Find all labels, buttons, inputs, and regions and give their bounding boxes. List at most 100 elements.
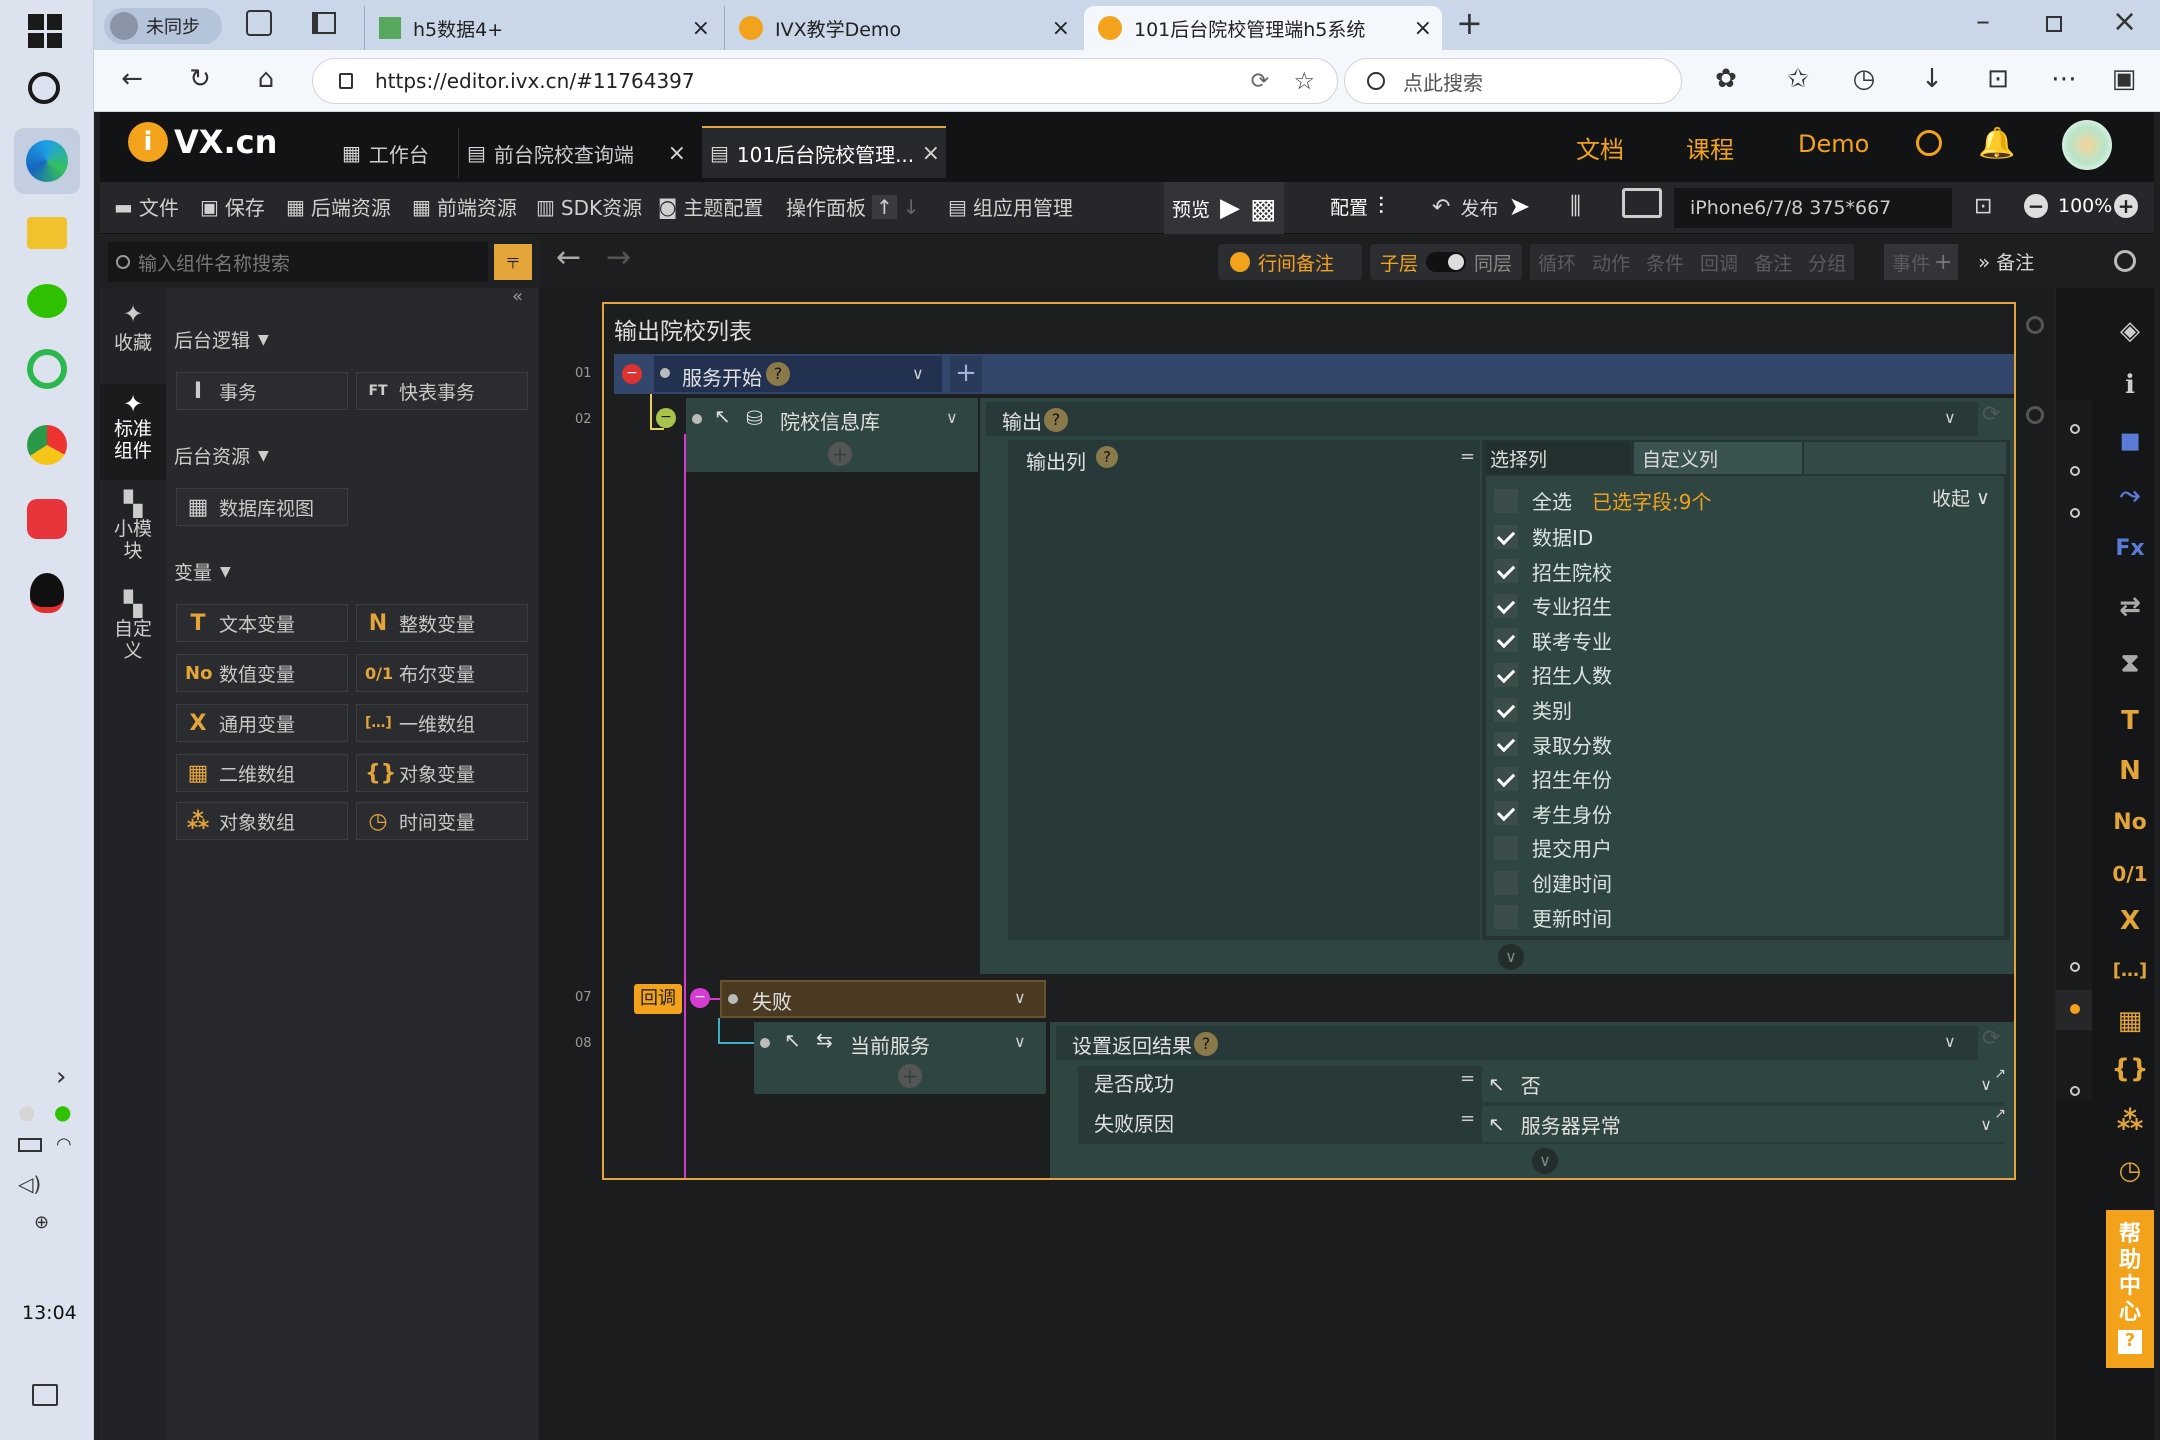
collapse-toggle-icon[interactable]: − — [690, 988, 710, 1008]
comment-icon[interactable]: ◼ — [2110, 426, 2150, 456]
refresh-icon[interactable]: ↻ — [180, 64, 220, 94]
config-group[interactable]: 配置 ⫶ — [1330, 192, 1384, 220]
field-row[interactable]: 考生身份 — [1494, 799, 1612, 828]
ie-browser-icon[interactable] — [14, 336, 80, 402]
field-checkbox[interactable] — [1494, 905, 1518, 930]
close-icon[interactable]: × — [1052, 16, 1070, 41]
expand-more-icon[interactable]: ∨ — [1498, 944, 1524, 970]
callback-button[interactable]: 回调 — [1692, 249, 1746, 276]
component-object-array[interactable]: ⁂ 对象数组 — [176, 802, 348, 840]
tray-qq-icon[interactable]: ● — [18, 1100, 35, 1124]
device-icon[interactable] — [1622, 188, 1662, 218]
home-icon[interactable]: ⌂ — [246, 64, 286, 94]
chrome-app-icon[interactable] — [14, 412, 80, 478]
callback-badge[interactable]: 回调 — [634, 984, 682, 1014]
close-icon[interactable]: × — [1414, 16, 1432, 41]
chevron-down-icon[interactable]: ∨ — [912, 364, 924, 383]
save-button[interactable]: ▣ 保存 — [200, 192, 265, 221]
layers-icon[interactable]: ◈ — [2110, 316, 2150, 346]
component-time-var[interactable]: ◷ 时间变量 — [356, 802, 528, 840]
help-icon[interactable]: ? — [766, 362, 790, 386]
field-row[interactable]: 类别 — [1494, 695, 1572, 724]
window-close-icon[interactable]: × — [2112, 4, 2137, 39]
component-number-var[interactable]: No 数值变量 — [176, 654, 348, 692]
expand-icon[interactable]: ↗ — [1994, 1106, 2006, 1122]
device-select[interactable]: iPhone6/7/8 375*667 — [1674, 188, 1952, 228]
rail-custom[interactable]: ▚ 自定义 — [100, 590, 166, 662]
note-dot[interactable] — [2070, 424, 2080, 434]
group-app-manage[interactable]: ▤ 组应用管理 — [948, 192, 1073, 221]
extensions-icon[interactable]: ✿ — [1706, 64, 1746, 94]
row-note-toggle[interactable]: 行间备注 — [1218, 244, 1362, 280]
field-checkbox[interactable] — [1494, 697, 1518, 722]
refresh-icon[interactable]: ⟳ — [1982, 402, 2000, 427]
field-row[interactable]: 更新时间 — [1494, 903, 1612, 932]
condition-button[interactable]: 条件 — [1638, 249, 1692, 276]
chevron-down-icon[interactable]: ∨ — [1944, 1032, 1956, 1051]
browser-tab-ivx-demo[interactable]: IVX教学Demo × — [724, 6, 1080, 50]
swap-icon[interactable]: ⇄ — [2110, 592, 2150, 622]
help-icon[interactable]: ? — [1096, 446, 1118, 468]
note-marker[interactable] — [2026, 316, 2044, 334]
object-array-icon[interactable]: ⁂ — [2110, 1106, 2150, 1136]
note-marker[interactable] — [2026, 406, 2044, 424]
layout-icon[interactable]: ⫼ — [1570, 192, 1581, 220]
tray-wechat-icon[interactable]: ● — [54, 1100, 71, 1124]
forward-arrow-icon[interactable]: → — [606, 240, 631, 275]
generic-var-icon[interactable]: X — [2110, 906, 2150, 936]
zoom-in-icon[interactable]: + — [2114, 194, 2138, 218]
collapse-panel-icon[interactable]: « — [512, 286, 523, 307]
docs-link[interactable]: 文档 — [1576, 130, 1624, 165]
back-icon[interactable]: ← — [112, 64, 152, 94]
search-icon[interactable] — [28, 72, 60, 104]
note-dot[interactable] — [2070, 466, 2080, 476]
action-button[interactable]: 动作 — [1584, 249, 1638, 276]
clock-icon[interactable]: ◷ — [2110, 1156, 2150, 1186]
operation-panel[interactable]: 操作面板 ↑ ↓ — [786, 192, 920, 221]
search-icon[interactable] — [2114, 250, 2136, 272]
search-icon[interactable] — [1916, 130, 1942, 156]
section-backend-resources[interactable]: 后台资源 ▼ — [174, 442, 269, 469]
translate-icon[interactable]: ⟳ — [1251, 69, 1269, 94]
vertical-tabs-icon[interactable] — [312, 12, 336, 34]
field-checkbox[interactable] — [1494, 524, 1518, 549]
ivx-logo[interactable]: i VX.cn — [128, 122, 277, 162]
text-var-icon[interactable]: T — [2110, 706, 2150, 736]
2d-array-icon[interactable]: ▦ — [2110, 1006, 2150, 1036]
rail-standard[interactable]: ✦ 标准组件 — [100, 384, 166, 480]
component-transaction[interactable]: I 事务 — [176, 372, 348, 410]
zoom-out-icon[interactable]: − — [2024, 194, 2048, 218]
note-dot-active[interactable] — [2070, 1004, 2080, 1014]
close-icon[interactable]: × — [922, 141, 940, 166]
play-icon[interactable]: ▶ — [1220, 193, 1240, 223]
rail-modules[interactable]: ▚ 小模块 — [100, 490, 166, 562]
favorites-icon[interactable]: ✩ — [1778, 64, 1818, 94]
chevron-right-icon[interactable]: › — [56, 1062, 66, 1092]
wifi-icon[interactable]: ◠ — [56, 1134, 72, 1155]
edge-app-icon[interactable] — [14, 128, 80, 194]
component-2d-array[interactable]: ▦ 二维数组 — [176, 754, 348, 792]
field-checkbox[interactable] — [1494, 662, 1518, 687]
filter-button[interactable]: ⫧ — [494, 244, 532, 280]
note-dot[interactable] — [2070, 508, 2080, 518]
screenshot-icon[interactable]: ⊡ — [1974, 194, 1992, 219]
field-checkbox[interactable] — [1494, 628, 1518, 653]
collapse-toggle-icon[interactable]: − — [656, 408, 676, 428]
tab-select-column[interactable]: 选择列 — [1486, 442, 1630, 474]
rail-favorites[interactable]: ✦ 收藏 — [100, 300, 166, 355]
component-search-input[interactable]: 输入组件名称搜索 — [108, 242, 488, 282]
field-checkbox[interactable] — [1494, 801, 1518, 826]
field-row[interactable]: 创建时间 — [1494, 868, 1612, 897]
add-child-icon[interactable]: + — [828, 442, 852, 466]
field-row[interactable]: 录取分数 — [1494, 730, 1612, 759]
group-button[interactable]: 分组 — [1800, 249, 1854, 276]
component-text-var[interactable]: T 文本变量 — [176, 604, 348, 642]
field-checkbox[interactable] — [1494, 835, 1518, 860]
chevron-down-icon[interactable]: ∨ — [1980, 1075, 1992, 1094]
number-var-icon[interactable]: No — [2110, 810, 2150, 835]
minimize-icon[interactable]: – — [1976, 4, 1990, 37]
history-icon[interactable]: ◷ — [1844, 64, 1884, 94]
field-row[interactable]: 专业招生 — [1494, 591, 1612, 620]
field-row[interactable]: 提交用户 — [1494, 833, 1612, 862]
clock-time[interactable]: 13:04 — [22, 1302, 77, 1324]
